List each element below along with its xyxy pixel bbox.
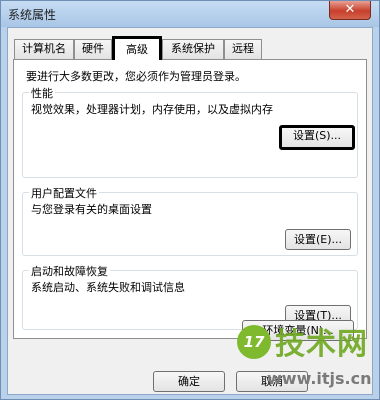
tab-computer-name[interactable]: 计算机名 [14, 39, 74, 59]
performance-description: 视觉效果，处理器计划，内存使用，以及虚拟内存 [31, 103, 273, 116]
startup-recovery-title: 启动和故障恢复 [29, 263, 110, 279]
window-title: 系统属性 [8, 8, 57, 22]
tab-remote[interactable]: 远程 [224, 39, 262, 59]
ok-button[interactable]: 确定 [153, 371, 225, 392]
tab-advanced[interactable]: 高级 [112, 36, 162, 60]
user-profiles-settings-button[interactable]: 设置(E)... [285, 229, 351, 250]
system-properties-window: 系统属性 ✕ 计算机名 硬件 高级 系统保护 远程 要进行大多数更改，您必须作为… [0, 0, 380, 400]
close-button[interactable]: ✕ [329, 1, 371, 20]
close-icon: ✕ [344, 2, 356, 17]
performance-settings-button[interactable]: 设置(S)... [279, 125, 355, 150]
watermark-logo-icon: 17 [237, 325, 271, 359]
startup-recovery-description: 系统启动、系统失败和调试信息 [31, 281, 185, 294]
watermark-title: 技术网 [275, 327, 368, 362]
performance-group: 性能 视觉效果，处理器计划，内存使用，以及虚拟内存 设置(S)... [22, 85, 358, 178]
watermark: 17 技术网 www.itjs.cn [237, 319, 377, 397]
user-profiles-group: 用户配置文件 与您登录有关的桌面设置 设置(E)... [22, 185, 358, 256]
performance-title: 性能 [29, 85, 55, 101]
advanced-tab-panel: 要进行大多数更改，您必须作为管理员登录。 性能 视觉效果，处理器计划，内存使用，… [13, 59, 367, 339]
watermark-url: www.itjs.cn [267, 369, 372, 388]
admin-note: 要进行大多数更改，您必须作为管理员登录。 [26, 70, 246, 83]
tab-system-protection[interactable]: 系统保护 [162, 39, 224, 59]
user-profiles-description: 与您登录有关的桌面设置 [31, 203, 152, 216]
title-bar[interactable]: 系统属性 ✕ [1, 1, 379, 27]
tab-hardware[interactable]: 硬件 [74, 39, 112, 59]
user-profiles-title: 用户配置文件 [29, 185, 99, 201]
